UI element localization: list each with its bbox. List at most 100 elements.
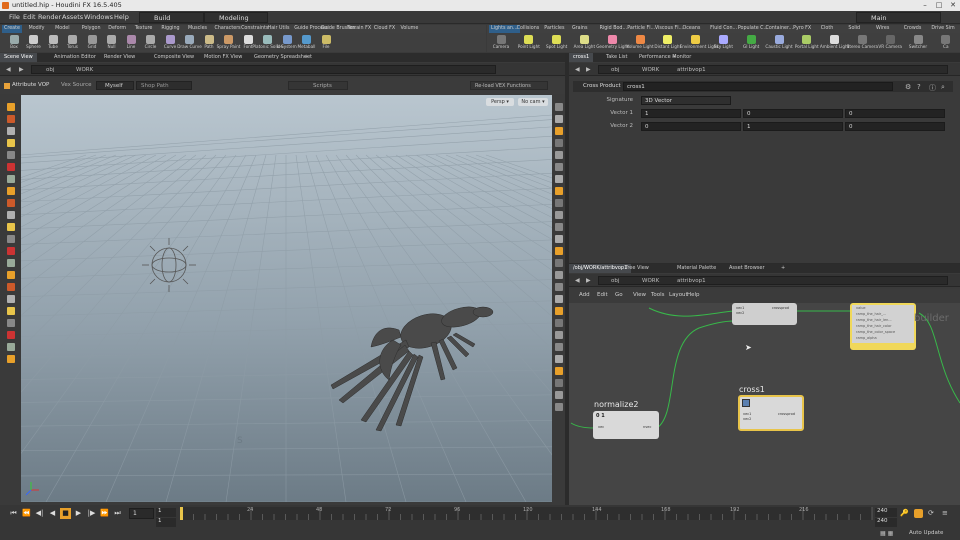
shelf-tab-16[interactable]: Drive Sim: [931, 25, 954, 33]
strip-tool-icon[interactable]: [6, 187, 15, 195]
signature-dropdown[interactable]: 3D Vector: [641, 96, 731, 105]
pane-tab-3[interactable]: Asset Browser: [725, 264, 769, 273]
tool-switcher[interactable]: Switcher: [908, 33, 928, 52]
pane-tab-0[interactable]: cross1: [569, 53, 594, 62]
current-frame-field[interactable]: 1: [129, 508, 154, 519]
top-port-vec2[interactable]: vec2: [736, 311, 744, 315]
tool-point-light[interactable]: Point Light: [518, 33, 540, 52]
shelf-tab-8[interactable]: Fluid Con...: [710, 25, 737, 33]
cross1-port-out[interactable]: crossprod: [778, 412, 795, 416]
tool-spot-light[interactable]: Spot Light: [546, 33, 567, 52]
strip-tool-icon[interactable]: [6, 199, 15, 207]
net-menu-go[interactable]: Go: [615, 292, 623, 298]
scene-viewport[interactable]: S Persp ▾ No cam ▾: [21, 95, 552, 502]
shelf-tab-12[interactable]: Cloth: [821, 25, 834, 33]
shop-path-field[interactable]: Shop Path: [136, 81, 192, 90]
shelf-tab-0[interactable]: Lights an...: [489, 25, 520, 33]
tool-sky-light[interactable]: Sky Light: [713, 33, 733, 52]
builder-port-5[interactable]: ramp_alpha: [856, 336, 877, 340]
tool-sphere[interactable]: Sphere: [24, 33, 44, 52]
info-icon[interactable]: ⓘ: [929, 83, 936, 93]
step-back-button[interactable]: ◀|: [34, 508, 45, 519]
node-builder[interactable]: value ramp_the_hair_... ramp_the_hair_len.…: [850, 303, 916, 350]
tool-distant-light[interactable]: Distant Light: [654, 33, 681, 52]
play-reverse-button[interactable]: ◀: [47, 508, 58, 519]
shelf-tab-7[interactable]: Muscles: [188, 25, 207, 33]
pane-tab-0[interactable]: Scene View: [0, 53, 37, 62]
menu-file[interactable]: File: [9, 13, 20, 21]
tool-ambient-light[interactable]: Ambient Light: [820, 33, 849, 52]
vector2-x-field[interactable]: 0: [641, 122, 741, 131]
pane-tab-2[interactable]: Performance Monitor: [635, 53, 695, 62]
network-path-field[interactable]: obj WORK attribvop1: [598, 276, 948, 285]
builder-port-1[interactable]: ramp_the_hair_...: [856, 312, 886, 316]
normalize-in-port[interactable]: vec: [598, 425, 604, 429]
tool-geometry-light[interactable]: Geometry Light: [596, 33, 629, 52]
param-path-obj[interactable]: obj: [611, 66, 619, 74]
tool-grid[interactable]: Grid: [82, 33, 102, 52]
pane-tab-1[interactable]: Animation Editor: [50, 53, 100, 62]
shelf-tab-11[interactable]: Pyro FX: [793, 25, 811, 33]
strip-tool-icon[interactable]: [6, 139, 15, 147]
gear-icon[interactable]: ⚙: [905, 83, 911, 91]
shelf-tab-1[interactable]: Collisions: [517, 25, 540, 33]
menu-render[interactable]: Render: [38, 13, 61, 21]
play-button[interactable]: ▶: [73, 508, 84, 519]
net-path-obj[interactable]: obj: [611, 277, 619, 285]
tool-font[interactable]: Font: [238, 33, 258, 52]
tool-environment-light[interactable]: Environment Light: [680, 33, 718, 52]
pane-tab-3[interactable]: Composite View: [150, 53, 198, 62]
strip-tool-icon[interactable]: [6, 343, 15, 351]
close-button[interactable]: ✕: [946, 0, 960, 11]
pane-tab-1[interactable]: Take List: [602, 53, 631, 62]
strip-tool-icon[interactable]: [6, 127, 15, 135]
net-menu-view[interactable]: View: [633, 292, 646, 298]
strip-tool-icon[interactable]: [6, 175, 15, 183]
menu-assets[interactable]: Assets: [62, 13, 83, 21]
auto-update-label[interactable]: Auto Update: [909, 530, 943, 536]
node-top-cross[interactable]: vec1 vec2 crossprod: [732, 303, 797, 325]
tool-portal-light[interactable]: Portal Light: [795, 33, 819, 52]
camera-menu[interactable]: No cam ▾: [518, 98, 548, 106]
net-menu-tools[interactable]: Tools: [651, 292, 665, 298]
pane-tab-4[interactable]: Motion FX View: [200, 53, 246, 62]
viewport-canvas[interactable]: S: [21, 95, 552, 502]
desktop-dropdown[interactable]: Build: [139, 12, 204, 23]
main-desktop-dropdown[interactable]: Main: [856, 12, 941, 23]
maximize-button[interactable]: □: [932, 0, 946, 11]
timeline-options-icon[interactable]: ≡: [942, 509, 948, 517]
net-back-icon[interactable]: ◀: [575, 277, 580, 284]
shelf-tab-10[interactable]: Hair Utils: [268, 25, 290, 33]
top-port-vec1[interactable]: vec1: [736, 306, 744, 310]
step-forward-button[interactable]: |▶: [86, 508, 97, 519]
node-normalize2[interactable]: 0 1 vec nvec: [593, 411, 659, 439]
strip-tool-icon[interactable]: [6, 103, 15, 111]
shelf-tab-15[interactable]: Crowds: [904, 25, 922, 33]
pane-tab-1[interactable]: Tree View: [621, 264, 653, 273]
strip-tool-icon[interactable]: [6, 211, 15, 219]
strip-tool-icon[interactable]: [6, 151, 15, 159]
node-cross1[interactable]: vec1 vec2 crossprod: [738, 395, 804, 431]
strip-tool-icon[interactable]: [6, 247, 15, 255]
stop-button[interactable]: ■: [60, 508, 71, 519]
tool-spray-paint[interactable]: Spray Paint: [217, 33, 240, 52]
shelf-tab-8[interactable]: Characters: [215, 25, 241, 33]
persp-menu[interactable]: Persp ▾: [486, 98, 514, 106]
start-frame-field-2[interactable]: 1: [156, 518, 176, 527]
tool-box[interactable]: Box: [4, 33, 24, 52]
tool-circle[interactable]: Circle: [141, 33, 161, 52]
param-back-icon[interactable]: ◀: [575, 66, 580, 73]
strip-tool-icon[interactable]: [6, 235, 15, 243]
cross1-port-vec1[interactable]: vec1: [743, 412, 751, 416]
shelf-tab-13[interactable]: Terrain FX: [347, 25, 371, 33]
go-end-button[interactable]: ⏭: [112, 508, 123, 519]
net-path-work[interactable]: WORK: [642, 277, 659, 285]
search-icon[interactable]: ⌕: [941, 83, 945, 92]
shelf-tab-15[interactable]: Volume: [400, 25, 418, 33]
pane-tab-2[interactable]: Material Palette: [673, 264, 720, 273]
net-menu-layout[interactable]: Layout: [669, 292, 688, 298]
tool-l-system[interactable]: L-System: [277, 33, 297, 52]
add-tab-button[interactable]: +: [777, 264, 789, 273]
vector2-y-field[interactable]: 1: [743, 122, 843, 131]
strip-tool-icon[interactable]: [6, 115, 15, 123]
